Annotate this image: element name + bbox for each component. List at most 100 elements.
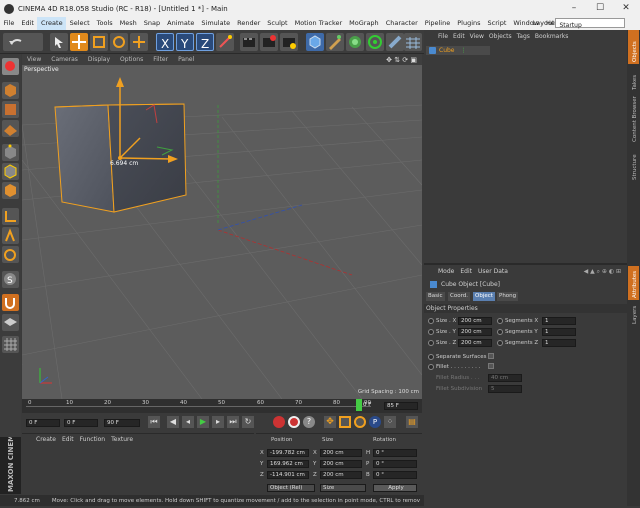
z-axis-lock-icon[interactable]: Z <box>196 33 214 51</box>
enable-axis-icon[interactable] <box>2 208 19 225</box>
next-frame-icon[interactable]: ▸ <box>212 416 224 428</box>
size-x-field[interactable]: 200 cm <box>320 449 362 457</box>
deformer-icon[interactable] <box>386 33 404 51</box>
objmgr-menu-file[interactable]: File <box>438 33 448 41</box>
separate-surfaces-checkbox[interactable] <box>488 353 494 359</box>
fillet-subdivision-input[interactable]: 5 <box>488 385 522 393</box>
viewport-menu-filter[interactable]: Filter <box>148 56 173 63</box>
menu-snap[interactable]: Snap <box>140 17 163 30</box>
viewport-menu-cameras[interactable]: Cameras <box>46 56 83 63</box>
attr-menu-mode[interactable]: Mode <box>438 268 454 276</box>
solo-icon[interactable]: S <box>2 271 19 288</box>
viewport-menu-view[interactable]: View <box>22 56 46 63</box>
preview-end-field[interactable]: 90 F <box>104 419 140 427</box>
grid-icon[interactable] <box>2 336 19 353</box>
menu-simulate[interactable]: Simulate <box>198 17 234 30</box>
objmgr-menu-tags[interactable]: Tags <box>517 33 530 41</box>
cube-primitive-icon[interactable] <box>306 33 324 51</box>
play-icon[interactable]: ▶ <box>197 416 209 428</box>
key-parameter-icon[interactable]: P <box>369 416 381 428</box>
attr-menu-user-data[interactable]: User Data <box>478 268 508 276</box>
material-menu-create[interactable]: Create <box>36 436 56 443</box>
snap-icon[interactable] <box>2 246 19 263</box>
loop-icon[interactable]: ↻ <box>242 416 254 428</box>
y-axis-lock-icon[interactable]: Y <box>176 33 194 51</box>
key-scale-icon[interactable] <box>339 416 351 428</box>
size-y-input[interactable]: 200 cm <box>458 328 492 336</box>
rotate-tool-icon[interactable] <box>110 33 128 51</box>
last-tool-icon[interactable] <box>130 33 148 51</box>
model-mode-icon[interactable] <box>2 82 19 99</box>
tab-coord[interactable]: Coord. <box>448 292 470 301</box>
objmgr-menu-view[interactable]: View <box>470 33 484 41</box>
workplane-icon[interactable] <box>2 120 19 137</box>
timeline-ruler[interactable]: 0 10 20 30 40 50 60 70 80 90 0 F 85 F <box>22 399 422 413</box>
menu-plugins[interactable]: Plugins <box>454 17 484 30</box>
close-button[interactable]: ✕ <box>614 0 638 17</box>
segments-y-input[interactable]: 1 <box>542 328 576 336</box>
pen-spline-icon[interactable] <box>326 33 344 51</box>
minimize-button[interactable]: – <box>562 0 586 17</box>
goto-start-icon[interactable]: ⏮ <box>148 416 160 428</box>
end-frame-field[interactable]: 85 F <box>384 402 418 410</box>
scale-tool-icon[interactable] <box>90 33 108 51</box>
object-row-cube[interactable]: Cube ⋮ <box>426 46 490 55</box>
render-view-icon[interactable] <box>240 33 258 51</box>
segments-x-anim-icon[interactable] <box>497 318 503 324</box>
side-tab-layers[interactable]: Layers <box>632 306 638 324</box>
material-menu-edit[interactable]: Edit <box>62 436 74 443</box>
render-to-picture-viewer-icon[interactable] <box>260 33 278 51</box>
key-rotation-icon[interactable] <box>354 416 366 428</box>
menu-character[interactable]: Character <box>382 17 421 30</box>
record-keys-icon[interactable] <box>273 416 285 428</box>
material-menu-function[interactable]: Function <box>80 436 106 443</box>
objmgr-menu-objects[interactable]: Objects <box>489 33 512 41</box>
segments-z-input[interactable]: 1 <box>542 339 576 347</box>
prev-key-icon[interactable]: ◀ <box>167 416 179 428</box>
pos-y-field[interactable]: 169.962 cm <box>267 460 309 468</box>
segments-x-input[interactable]: 1 <box>542 317 576 325</box>
side-tab-structure[interactable]: Structure <box>632 154 638 180</box>
size-z-input[interactable]: 200 cm <box>458 339 492 347</box>
material-menu-texture[interactable]: Texture <box>111 436 133 443</box>
viewport-menu-display[interactable]: Display <box>83 56 115 63</box>
fillet-checkbox[interactable] <box>488 363 494 369</box>
live-selection-icon[interactable] <box>50 33 68 51</box>
side-tab-takes[interactable]: Takes <box>632 75 638 91</box>
menu-create[interactable]: Create <box>37 17 67 30</box>
tab-phong[interactable]: Phong <box>497 292 519 301</box>
render-settings-icon[interactable] <box>280 33 298 51</box>
viewport-menu-options[interactable]: Options <box>115 56 148 63</box>
texture-mode-icon[interactable] <box>2 101 19 118</box>
start-frame-field[interactable]: 0 F <box>26 419 60 427</box>
menu-motion-tracker[interactable]: Motion Tracker <box>291 17 346 30</box>
perspective-viewport[interactable]: 6.694 cm Perspective Grid Spacing : 100 … <box>22 65 422 399</box>
array-icon[interactable] <box>366 33 384 51</box>
menu-mesh[interactable]: Mesh <box>116 17 140 30</box>
subdivision-surface-icon[interactable] <box>346 33 364 51</box>
fillet-anim-icon[interactable] <box>428 364 434 370</box>
size-y-field[interactable]: 200 cm <box>320 460 362 468</box>
key-position-icon[interactable]: ✥ <box>324 416 336 428</box>
rot-h-field[interactable]: 0 ° <box>373 449 417 457</box>
menu-sculpt[interactable]: Sculpt <box>264 17 291 30</box>
segments-z-anim-icon[interactable] <box>497 340 503 346</box>
side-tab-content-browser[interactable]: Content Browser <box>632 95 638 142</box>
preview-start-field[interactable]: 0 F <box>64 419 98 427</box>
menu-select[interactable]: Select <box>66 17 93 30</box>
side-tab-objects[interactable]: Objects <box>632 41 638 62</box>
edges-mode-icon[interactable] <box>2 163 19 180</box>
objmgr-menu-bookmarks[interactable]: Bookmarks <box>535 33 569 41</box>
x-axis-lock-icon[interactable]: X <box>156 33 174 51</box>
prev-frame-icon[interactable]: ◂ <box>182 416 194 428</box>
menu-tools[interactable]: Tools <box>93 17 116 30</box>
undo-icon[interactable] <box>3 33 43 51</box>
side-tab-attributes[interactable]: Attributes <box>632 271 638 298</box>
layout-select[interactable]: Startup <box>555 18 625 29</box>
coordinate-system-icon[interactable] <box>216 33 234 51</box>
menu-edit[interactable]: Edit <box>18 17 38 30</box>
tab-basic[interactable]: Basic <box>426 292 445 301</box>
polygons-mode-icon[interactable] <box>2 182 19 199</box>
size-x-input[interactable]: 200 cm <box>458 317 492 325</box>
timeline-window-icon[interactable]: ▤ <box>406 416 418 428</box>
